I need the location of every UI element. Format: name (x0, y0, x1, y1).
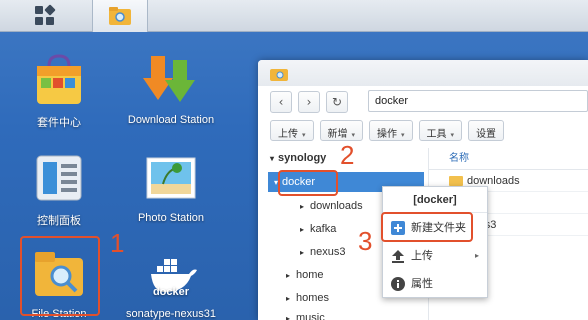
caret-down-icon: ▾ (351, 132, 356, 139)
settings-button-label: 设置 (476, 129, 497, 140)
caret-right-icon: ▸ (300, 248, 305, 257)
menu-item-label: 上传 (411, 250, 433, 262)
desktop-icon-label: sonatype-nexus31 (126, 308, 216, 320)
taskbar (0, 0, 588, 32)
desktop-icon-label: 套件中心 (37, 117, 81, 129)
tree-item-home[interactable]: ▸ home (286, 265, 324, 285)
caret-down-icon: ▾ (270, 154, 275, 163)
file-station-taskbar-button[interactable] (92, 0, 148, 32)
tree-item-label: downloads (310, 200, 363, 212)
desktop-icon-label: Photo Station (137, 212, 205, 224)
caret-right-icon: ▸ (300, 202, 305, 211)
tree-item-label: kafka (310, 223, 337, 235)
action-button-label: 操作 (377, 129, 398, 140)
refresh-icon: ↻ (331, 95, 343, 109)
tree-item-label: home (296, 269, 324, 281)
tools-button[interactable]: 工具 ▾ (418, 120, 463, 141)
desktop-icon-nexus[interactable]: docker sonatype-nexus31 (116, 246, 226, 320)
refresh-button[interactable]: ↻ (326, 91, 348, 113)
column-header-name[interactable]: 名称 (429, 148, 588, 170)
menu-item-label: 属性 (411, 278, 433, 290)
tree-root-label: synology (278, 152, 327, 164)
folder-search-icon (109, 7, 131, 25)
desktop-icon-label: Download Station (127, 114, 215, 126)
folder-search-icon (270, 69, 288, 81)
tree-item-downloads[interactable]: ▸ downloads (300, 196, 363, 216)
main-menu-button[interactable] (18, 0, 74, 32)
caret-down-icon: ▾ (302, 132, 306, 139)
docker-logo-text: docker (152, 286, 190, 298)
submenu-arrow-icon: ▸ (474, 251, 479, 260)
upload-button[interactable]: 上传 ▾ (270, 120, 314, 141)
action-button[interactable]: 操作 ▾ (369, 120, 413, 141)
desktop-icon-control-panel[interactable]: 控制面板 (4, 150, 114, 228)
menu-item-properties[interactable]: 属性 (383, 271, 487, 297)
tree-root[interactable]: ▾ synology (270, 148, 326, 168)
desktop-icon-photo-station[interactable]: Photo Station (116, 150, 226, 224)
desktop-icon-label: 控制面板 (37, 215, 81, 227)
tree-item-kafka[interactable]: ▸ kafka (300, 219, 336, 239)
annotation-box-docker (278, 170, 338, 196)
tree-item-nexus3[interactable]: ▸ nexus3 (300, 242, 346, 262)
new-button-label: 新增 (327, 129, 348, 140)
tree-item-label: nexus3 (310, 246, 346, 258)
grid-icon (35, 4, 57, 26)
window-titlebar[interactable] (258, 60, 588, 86)
caret-down-icon: ▾ (450, 132, 455, 139)
photo-icon (146, 157, 196, 199)
forward-button[interactable]: › (298, 91, 320, 113)
shopping-bag-icon (37, 54, 81, 104)
context-menu: [docker] 新建文件夹 上传 ▸ 属性 (382, 186, 488, 298)
annotation-number-3: 3 (358, 226, 373, 256)
annotation-number-2: 2 (340, 140, 355, 170)
tree-item-homes[interactable]: ▸ homes (286, 288, 329, 308)
tree-item-music[interactable]: ▸ music (286, 308, 325, 320)
tree-item-label: homes (296, 292, 330, 304)
context-menu-title: [docker] (383, 187, 487, 213)
download-arrows-icon (143, 56, 195, 102)
upload-button-label: 上传 (278, 129, 298, 140)
settings-button[interactable]: 设置 (468, 120, 505, 141)
back-button[interactable]: ‹ (270, 91, 292, 113)
control-panel-icon (36, 155, 82, 201)
upload-icon (392, 250, 404, 263)
caret-right-icon: ▸ (300, 225, 305, 234)
caret-right-icon: ▸ (286, 271, 291, 280)
folder-icon (449, 176, 463, 187)
annotation-number-1: 1 (110, 228, 125, 258)
chevron-right-icon: › (306, 95, 312, 109)
caret-right-icon: ▸ (286, 314, 291, 320)
caret-down-icon: ▾ (401, 132, 405, 139)
menu-item-upload[interactable]: 上传 ▸ (383, 243, 487, 269)
annotation-box-file-station (20, 236, 100, 316)
desktop-icon-package-center[interactable]: 套件中心 (4, 52, 114, 130)
path-field[interactable]: docker (368, 90, 588, 112)
tree-item-label: music (296, 312, 325, 320)
desktop-icon-download-station[interactable]: Download Station (116, 52, 226, 126)
annotation-box-new-folder (381, 212, 473, 242)
caret-right-icon: ▸ (286, 294, 291, 303)
tools-button-label: 工具 (426, 129, 447, 140)
info-icon (391, 277, 405, 291)
new-button[interactable]: 新增 ▾ (319, 120, 364, 141)
chevron-left-icon: ‹ (278, 95, 284, 109)
